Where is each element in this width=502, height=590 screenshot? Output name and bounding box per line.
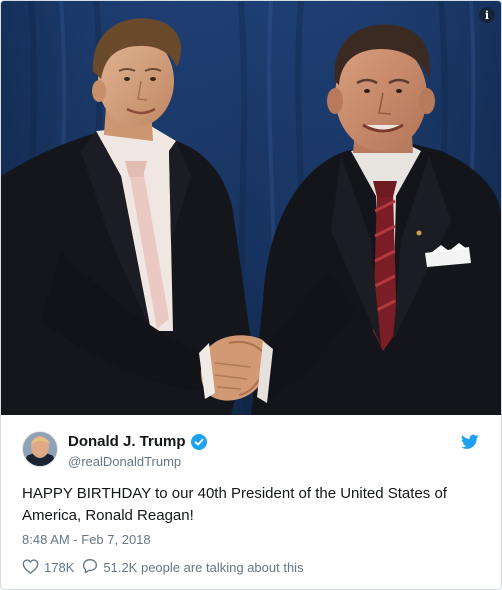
speech-bubble-icon	[82, 558, 98, 577]
avatar[interactable]	[22, 431, 58, 467]
tweet-timestamp[interactable]: 8:48 AM - Feb 7, 2018	[22, 532, 151, 547]
tweet-body: Donald J. Trump @realDonaldTrump HAPPY B…	[1, 415, 501, 589]
display-name[interactable]: Donald J. Trump	[68, 433, 207, 450]
tweet-actions: 178K 51.2K people are talking about this	[22, 558, 312, 577]
verified-badge-icon	[190, 433, 207, 450]
user-handle[interactable]: @realDonaldTrump	[68, 454, 181, 469]
twitter-bird-icon[interactable]	[460, 434, 479, 450]
talking-link[interactable]: 51.2K people are talking about this	[82, 558, 304, 577]
tweet-photo[interactable]: i	[1, 1, 501, 415]
display-name-text: Donald J. Trump	[68, 433, 186, 450]
photo-illustration	[1, 1, 501, 415]
like-count: 178K	[44, 560, 75, 575]
heart-icon	[22, 558, 39, 577]
avatar-image	[23, 432, 57, 466]
tweet-text: HAPPY BIRTHDAY to our 40th President of …	[22, 485, 447, 524]
tweet-card: i Donald J. Trump @realDonaldTrump HAPPY…	[0, 0, 502, 590]
info-icon[interactable]: i	[479, 7, 495, 23]
talking-count-text: 51.2K people are talking about this	[103, 560, 304, 575]
like-button[interactable]: 178K	[22, 558, 75, 577]
